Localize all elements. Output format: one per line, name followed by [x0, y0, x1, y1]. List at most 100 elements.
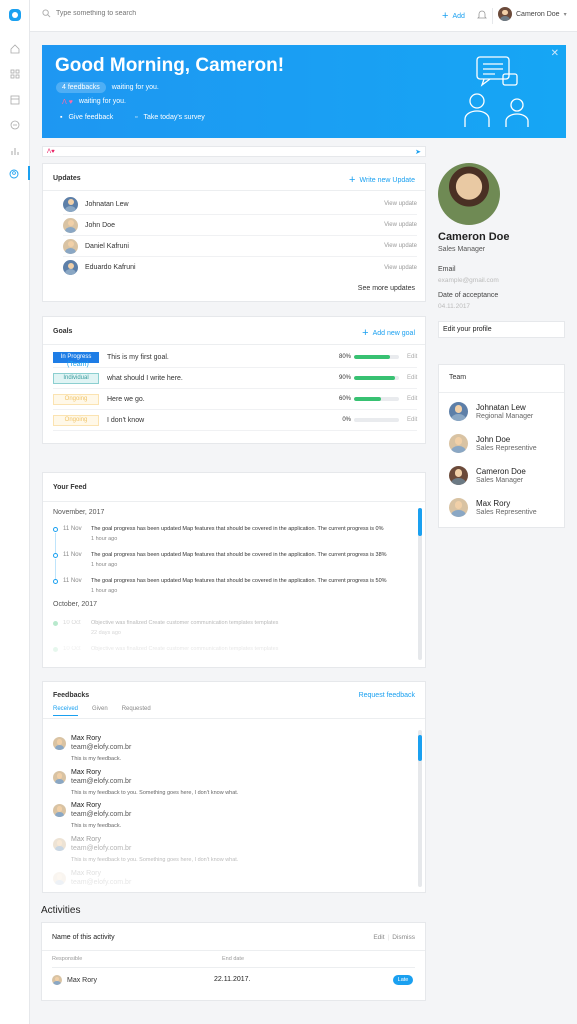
feed-title: Your Feed: [53, 484, 87, 491]
heart-icon: ⴷ♥: [47, 149, 55, 155]
home-icon[interactable]: [9, 43, 20, 54]
goal-row[interactable]: Ongoing Here we go. 60% Edit: [53, 389, 417, 410]
divider: [492, 8, 493, 24]
greeting-title: Good Morning, Cameron!: [55, 55, 285, 76]
timeline-line: [55, 559, 56, 579]
goal-row[interactable]: Individual what should I write here. 90% Ed…: [53, 368, 417, 389]
feedback-item[interactable]: Max Rory team@elofy.com.br: [53, 870, 408, 890]
app-logo[interactable]: [9, 9, 21, 21]
avatar: [52, 975, 62, 985]
request-feedback-button[interactable]: Request feedback: [359, 692, 415, 699]
write-update-button[interactable]: + Write new Update: [349, 174, 415, 186]
view-update-link[interactable]: View update: [384, 222, 417, 228]
progress-fill: [354, 397, 381, 401]
status-badge: Ongoing: [53, 414, 99, 426]
user-name: Cameron Doe: [516, 10, 560, 18]
message-bar[interactable]: ⴷ♥ ➤: [42, 146, 426, 157]
feed-scrollbar[interactable]: [418, 508, 422, 660]
sender-name: Max Rory: [71, 802, 101, 809]
survey-button[interactable]: ▫ Take today's survey: [135, 114, 205, 121]
avatar: [449, 466, 468, 485]
feed-text: Objective was finalized Create customer …: [91, 646, 279, 652]
chart-icon[interactable]: [9, 145, 20, 156]
search-input[interactable]: [56, 10, 196, 17]
updates-title: Updates: [53, 175, 81, 182]
feed-text: The goal progress has been updated Map f…: [91, 578, 387, 584]
heart-icon: ⴷ ♥: [62, 99, 73, 106]
activity-row[interactable]: Max Rory: [52, 975, 97, 985]
grid-icon[interactable]: [9, 68, 20, 79]
goal-percent: 60%: [338, 396, 351, 402]
see-more-link[interactable]: See more updates: [358, 285, 415, 292]
user-menu[interactable]: Cameron Doe ▾: [498, 7, 567, 21]
goal-text: Here we go.: [107, 395, 145, 403]
edit-button[interactable]: Edit: [373, 934, 384, 941]
feedback-item[interactable]: Max Rory team@elofy.com.br This is my feed…: [53, 769, 408, 799]
add-button[interactable]: + Add: [442, 10, 465, 22]
board-icon[interactable]: [9, 94, 20, 105]
tab-given[interactable]: Given: [92, 706, 108, 716]
list-item[interactable]: Eduardo Kafruni View update: [63, 257, 417, 278]
add-goal-button[interactable]: + Add new goal: [362, 327, 415, 339]
timeline-dot: [53, 647, 58, 652]
top-bar: +Add Cameron Doe ▾: [30, 0, 577, 32]
edit-button[interactable]: Edit: [407, 417, 417, 423]
tab-requested[interactable]: Requested: [122, 706, 151, 716]
edit-button[interactable]: Edit: [407, 354, 417, 360]
team-link[interactable]: (Team): [67, 361, 179, 368]
profile-icon[interactable]: [8, 168, 19, 179]
edit-button[interactable]: Edit: [407, 396, 417, 402]
edit-button[interactable]: Edit: [407, 375, 417, 381]
tab-received[interactable]: Received: [53, 706, 79, 716]
avatar: [498, 7, 512, 21]
survey-label: Take today's survey: [143, 114, 205, 121]
profile-name: Cameron Doe: [438, 231, 510, 243]
avatar: [63, 238, 78, 254]
feed-date: 10 Oct: [63, 646, 81, 652]
feedback-item[interactable]: Max Rory team@elofy.com.br This is my feed…: [53, 836, 408, 866]
avatar: [53, 771, 66, 784]
goal-row[interactable]: Ongoing I don't know 0% Edit: [53, 410, 417, 431]
send-icon[interactable]: ➤: [415, 148, 421, 156]
goals-card: Goals + Add new goal In Progress This is m…: [42, 316, 426, 444]
sender-email: team@elofy.com.br: [71, 811, 132, 818]
sender-name: Max Rory: [71, 769, 101, 776]
feedback-item[interactable]: Max Rory team@elofy.com.br This is my feed…: [53, 735, 408, 765]
dismiss-button[interactable]: Dismiss: [392, 934, 415, 941]
profile-avatar[interactable]: [438, 163, 500, 225]
give-feedback-button[interactable]: ▪ Give feedback: [60, 114, 113, 121]
view-update-link[interactable]: View update: [384, 243, 417, 249]
activity-name: Name of this activity: [52, 934, 115, 941]
feedback-item[interactable]: Max Rory team@elofy.com.br This is my feed…: [53, 802, 408, 832]
feedbacks-badge[interactable]: 4 feedbacks: [56, 82, 106, 93]
active-indicator: [28, 166, 30, 180]
close-icon[interactable]: ✕: [551, 48, 559, 59]
bell-icon[interactable]: [477, 9, 487, 22]
view-update-link[interactable]: View update: [384, 201, 417, 207]
goal-percent: 0%: [342, 417, 351, 423]
feedback-text: This is my feedback to you. Something go…: [71, 790, 239, 796]
search-box[interactable]: [42, 9, 196, 18]
list-item[interactable]: John Doe View update: [63, 215, 417, 236]
view-update-link[interactable]: View update: [384, 265, 417, 271]
edit-profile-button[interactable]: Edit your profile: [438, 321, 565, 338]
scrollbar-thumb[interactable]: [418, 508, 422, 536]
notice-text: waiting for you.: [111, 84, 159, 91]
team-member[interactable]: John Doe Sales Representive: [449, 434, 561, 453]
feed-time: 1 hour ago: [91, 536, 118, 542]
chat-icon[interactable]: [9, 119, 20, 130]
goal-text: This is my first goal. (Team): [67, 354, 337, 368]
member-name: Cameron Doe: [476, 467, 526, 476]
goal-row[interactable]: In Progress This is my first goal. (Team) 8…: [53, 347, 417, 368]
feed-text: The goal progress has been updated Map f…: [91, 526, 384, 532]
team-member[interactable]: Cameron Doe Sales Manager: [449, 466, 561, 485]
feed-time: 1 hour ago: [91, 562, 118, 568]
acceptance-value: 04.11.2017: [438, 303, 471, 310]
list-item[interactable]: Johnatan Lew View update: [63, 194, 417, 215]
scrollbar-thumb[interactable]: [418, 735, 422, 761]
feedbacks-scrollbar[interactable]: [418, 730, 422, 887]
team-member[interactable]: Max Rory Sales Representive: [449, 498, 561, 517]
team-member[interactable]: Johnatan Lew Regional Manager: [449, 402, 561, 421]
list-item[interactable]: Daniel Kafruni View update: [63, 236, 417, 257]
member-name: John Doe: [476, 435, 511, 444]
